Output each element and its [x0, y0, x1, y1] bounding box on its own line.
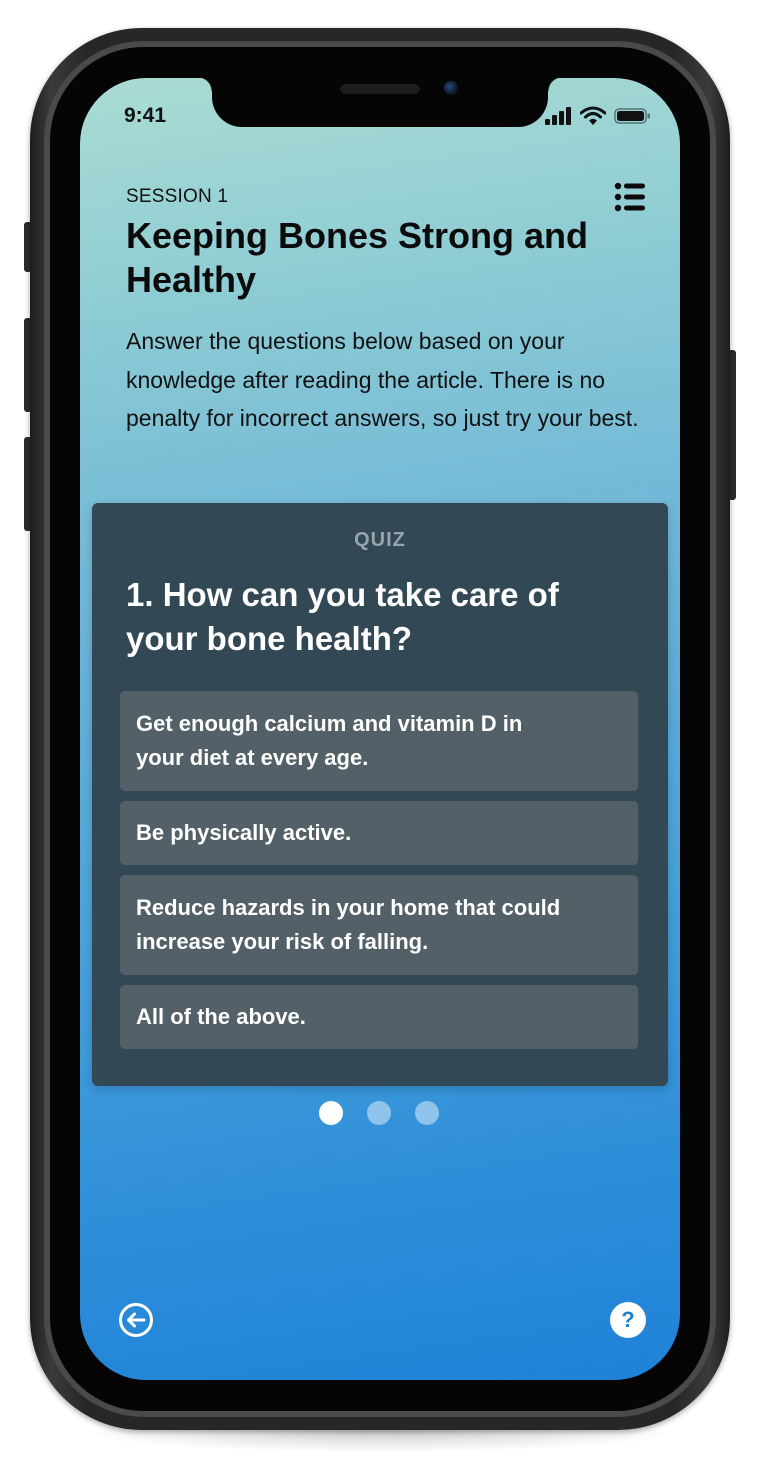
help-button[interactable]: ?	[610, 1302, 646, 1338]
list-menu-icon[interactable]	[610, 178, 650, 218]
pagination-dots	[80, 1101, 680, 1125]
quiz-question: 1. How can you take care of your bone he…	[126, 576, 559, 657]
answer-option-text: Reduce hazards in your home that could i…	[136, 895, 561, 954]
answer-option-4[interactable]: All of the above.	[120, 985, 638, 1049]
session-label: SESSION 1	[126, 186, 229, 207]
notch	[198, 78, 562, 127]
app-screen: 9:41 SESSION 1 Keeping Bones Strong and …	[80, 78, 680, 1380]
intro-text: Answer the questions below based on your…	[126, 328, 639, 431]
answer-option-text: Be physically active.	[136, 820, 352, 845]
battery-icon	[614, 108, 650, 124]
signal-bars-icon	[545, 107, 571, 125]
status-time: 9:41	[124, 104, 167, 127]
answer-option-text: Get enough calcium and vitamin D in your…	[136, 711, 523, 770]
answer-option-text: All of the above.	[136, 1004, 306, 1029]
page-dot-3[interactable]	[415, 1101, 439, 1125]
answer-option-3[interactable]: Reduce hazards in your home that could i…	[120, 875, 638, 975]
quiz-card: QUIZ 1. How can you take care of your bo…	[92, 503, 668, 1086]
wifi-icon	[580, 106, 606, 125]
status-icons	[544, 106, 654, 128]
back-button[interactable]	[118, 1302, 154, 1338]
answer-option-2[interactable]: Be physically active.	[120, 801, 638, 865]
quiz-label: QUIZ	[354, 529, 406, 551]
page-dot-2[interactable]	[367, 1101, 391, 1125]
page-dot-1-active[interactable]	[319, 1101, 343, 1125]
page-title: Keeping Bones Strong and Healthy	[126, 215, 589, 300]
front-camera	[444, 81, 458, 95]
answer-option-1[interactable]: Get enough calcium and vitamin D in your…	[120, 691, 638, 791]
arrow-left-circle-icon	[119, 1303, 153, 1337]
device-mockup: 9:41 SESSION 1 Keeping Bones Strong and …	[0, 0, 760, 1469]
earpiece-speaker	[340, 84, 420, 94]
